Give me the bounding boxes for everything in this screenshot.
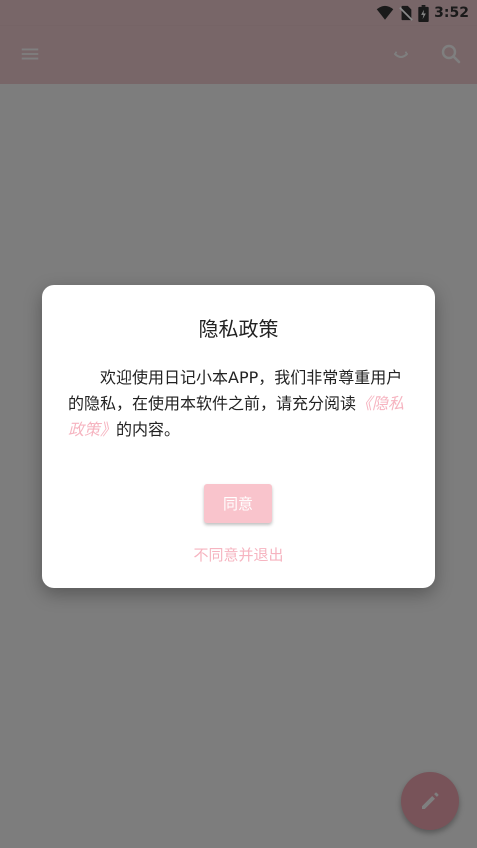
dialog-message: 欢迎使用日记小本APP，我们非常尊重用户的隐私，在使用本软件之前，请充分阅读《隐…	[68, 365, 411, 443]
wifi-icon	[376, 5, 394, 20]
message-suffix: 的内容。	[116, 420, 181, 439]
dialog-title: 隐私政策	[198, 317, 279, 341]
no-sim-icon	[399, 5, 414, 21]
status-time: 3:52	[434, 5, 469, 21]
status-icons: 3:52	[376, 3, 469, 23]
privacy-dialog: 隐私政策 欢迎使用日记小本APP，我们非常尊重用户的隐私，在使用本软件之前，请充…	[42, 285, 435, 588]
battery-charging-icon	[418, 4, 429, 22]
message-prefix: 欢迎使用日记小本APP，我们非常尊重用户的隐私，在使用本软件之前，请充分阅读	[68, 368, 403, 413]
app-screen: 3:52 隐私政策 欢迎使用日记小本APP，我们非常尊重用户的隐私，在使用本软件…	[0, 0, 477, 848]
agree-button[interactable]: 同意	[204, 484, 272, 523]
disagree-exit-button[interactable]: 不同意并退出	[42, 544, 435, 565]
